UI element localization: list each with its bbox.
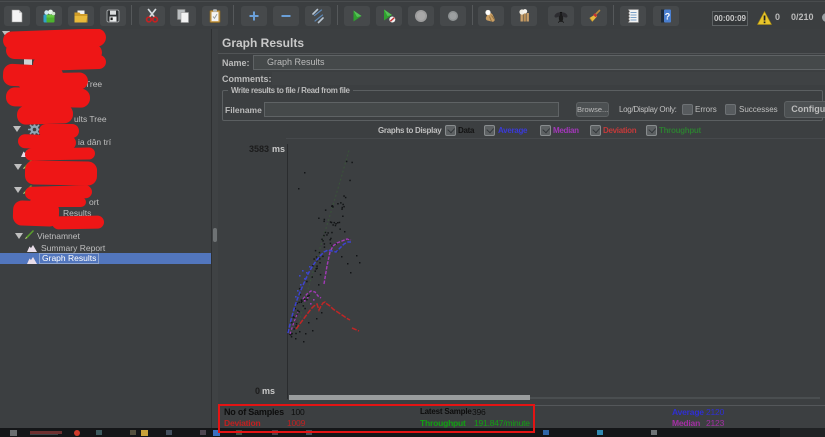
- svg-text:?: ?: [665, 12, 671, 22]
- svg-text:0: 0: [255, 386, 260, 396]
- svg-text:ms: ms: [262, 386, 275, 396]
- svg-text:3583: 3583: [249, 144, 269, 154]
- svg-text:ms: ms: [272, 144, 285, 154]
